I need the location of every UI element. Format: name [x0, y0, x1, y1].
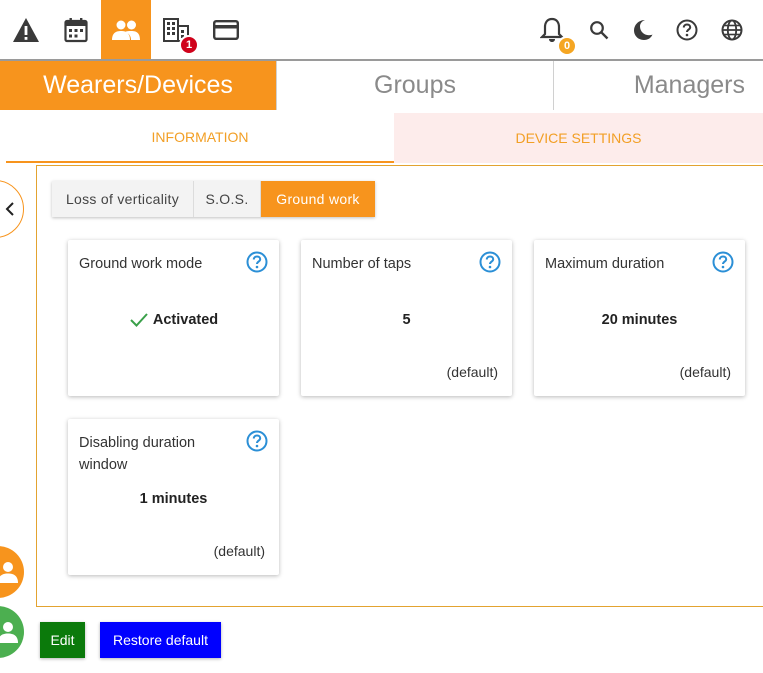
- warning-icon: [13, 17, 39, 42]
- tab-sos[interactable]: S.O.S.: [194, 181, 261, 217]
- card-title: Number of taps: [312, 256, 412, 272]
- card-value: 20 minutes: [601, 312, 678, 328]
- restore-default-button[interactable]: Restore default: [100, 622, 221, 658]
- moon-icon: [634, 19, 653, 40]
- tab-information[interactable]: INFORMATION: [6, 113, 394, 163]
- help-circle-icon[interactable]: [479, 251, 501, 273]
- device-avatar-button[interactable]: [0, 606, 24, 658]
- help-circle-icon[interactable]: [246, 251, 268, 273]
- help-button[interactable]: [662, 0, 712, 59]
- maximum-duration-card: Maximum duration 20 minutes (default): [534, 240, 745, 396]
- card-value: Activated: [152, 312, 219, 328]
- search-icon: [590, 20, 609, 39]
- tab-wearers-devices[interactable]: Wearers/Devices: [0, 61, 277, 110]
- default-label: (default): [446, 364, 498, 380]
- person-icon: [0, 622, 18, 643]
- globe-icon: [721, 19, 743, 40]
- card-title: Disabling duration window: [79, 435, 196, 473]
- check-icon: [130, 313, 148, 327]
- card-title: Maximum duration: [545, 256, 665, 272]
- calendar-nav-button[interactable]: [51, 0, 101, 59]
- disabling-duration-window-card: Disabling duration window 1 minutes (def…: [68, 419, 279, 575]
- tab-managers[interactable]: Managers: [554, 61, 763, 110]
- default-label: (default): [213, 543, 265, 559]
- people-icon: [112, 20, 140, 40]
- number-of-taps-card: Number of taps 5 (default): [301, 240, 512, 396]
- help-icon: [676, 19, 698, 40]
- top-navigation-bar: [0, 0, 763, 61]
- person-icon: [0, 562, 18, 583]
- mode-tabs: Loss of verticality S.O.S. Ground work: [52, 181, 375, 217]
- language-button[interactable]: [707, 0, 757, 59]
- buildings-count-badge: 1: [179, 35, 199, 55]
- edit-button[interactable]: Edit: [40, 622, 85, 658]
- card-value: 5: [402, 312, 411, 328]
- card-nav-button[interactable]: [201, 0, 251, 59]
- default-label: (default): [679, 364, 731, 380]
- help-circle-icon[interactable]: [712, 251, 734, 273]
- sub-tabs: INFORMATION DEVICE SETTINGS: [6, 113, 763, 163]
- alerts-nav-button[interactable]: [1, 0, 51, 59]
- people-nav-button[interactable]: [101, 0, 151, 59]
- notifications-count-badge: 0: [557, 36, 577, 56]
- card-title: Ground work mode: [79, 256, 203, 272]
- chevron-left-icon: [5, 202, 14, 216]
- ground-work-mode-card: Ground work mode Activated: [68, 240, 279, 396]
- wearer-avatar-button[interactable]: [0, 546, 24, 598]
- main-tabs: Wearers/Devices Groups Managers: [0, 61, 763, 110]
- search-button[interactable]: [574, 0, 624, 59]
- sidebar-toggle-button[interactable]: [0, 180, 24, 238]
- tab-ground-work[interactable]: Ground work: [261, 181, 375, 217]
- help-circle-icon[interactable]: [246, 430, 268, 452]
- card-value-row: Activated: [68, 312, 279, 328]
- dark-mode-button[interactable]: [618, 0, 668, 59]
- tab-device-settings[interactable]: DEVICE SETTINGS: [394, 113, 763, 163]
- card-icon: [213, 19, 239, 40]
- card-value: 1 minutes: [139, 491, 208, 507]
- calendar-icon: [64, 17, 88, 42]
- tab-groups[interactable]: Groups: [277, 61, 554, 110]
- tab-loss-of-verticality[interactable]: Loss of verticality: [52, 181, 194, 217]
